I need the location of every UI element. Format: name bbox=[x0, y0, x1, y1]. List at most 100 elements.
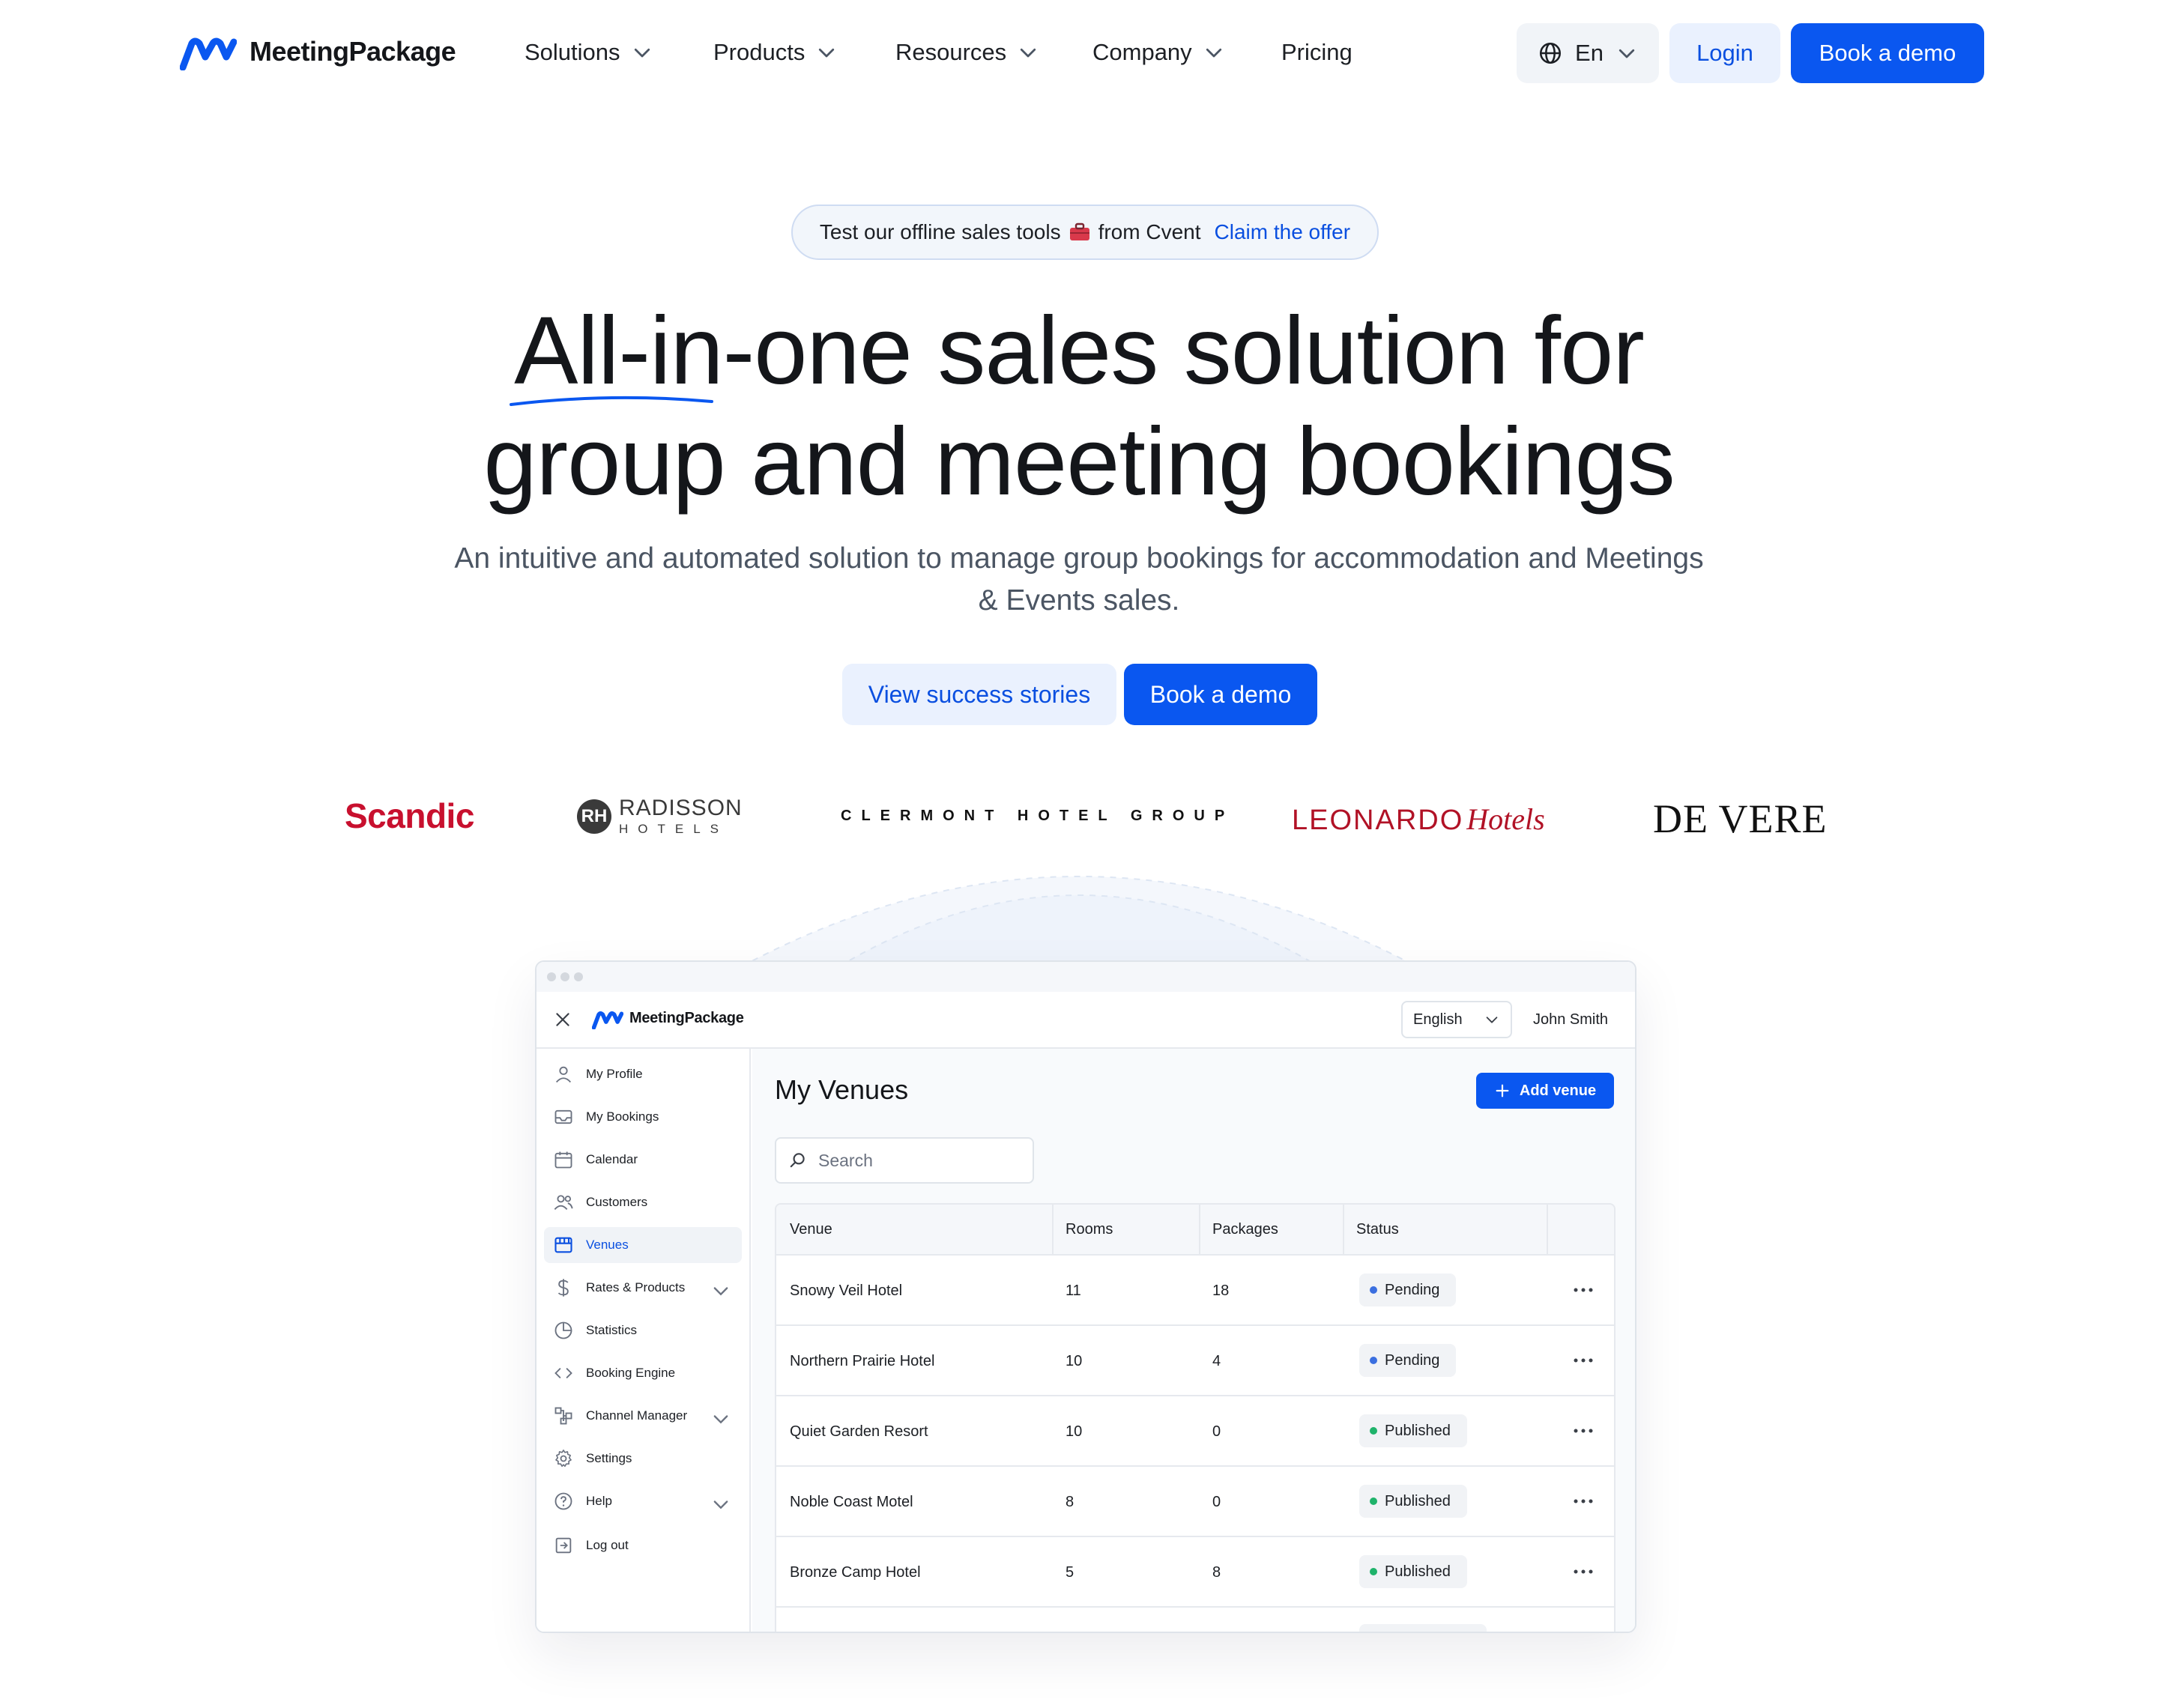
offer-banner[interactable]: Test our offline sales tools from Cvent … bbox=[791, 205, 1379, 260]
sidebar-item-label: Log out bbox=[586, 1538, 629, 1552]
sidebar-item-label: Settings bbox=[586, 1451, 632, 1465]
table-row[interactable]: Northern Prairie Hotel 10 4 Pending bbox=[776, 1326, 1614, 1396]
app-sidebar: My Profile My Bookings Calendar Customer… bbox=[537, 1049, 751, 1632]
radisson-logo: RH RADISSON HOTELS bbox=[577, 797, 743, 835]
window-dot bbox=[560, 972, 569, 981]
column-header-rooms[interactable]: Rooms bbox=[1066, 1221, 1113, 1238]
window-dot bbox=[574, 972, 583, 981]
pie-chart-icon bbox=[554, 1321, 572, 1339]
status-badge-partial bbox=[1359, 1624, 1487, 1632]
sidebar-item-rates-products[interactable]: Rates & Products bbox=[544, 1270, 742, 1306]
book-demo-button[interactable]: Book a demo bbox=[1791, 23, 1984, 83]
nav-company[interactable]: Company bbox=[1092, 39, 1225, 66]
column-divider bbox=[1547, 1205, 1548, 1256]
sidebar-item-statistics[interactable]: Statistics bbox=[544, 1312, 742, 1348]
sidebar-item-venues[interactable]: Venues bbox=[544, 1227, 742, 1263]
close-icon[interactable] bbox=[553, 1010, 572, 1029]
venues-table: Venue Rooms Packages Status Snowy Veil H… bbox=[775, 1203, 1616, 1632]
venue-name: Noble Coast Motel bbox=[790, 1494, 913, 1510]
radisson-sub: HOTELS bbox=[619, 822, 729, 836]
hero-book-demo-button[interactable]: Book a demo bbox=[1124, 664, 1317, 725]
search-input[interactable]: Search bbox=[775, 1137, 1034, 1184]
language-selector[interactable]: En bbox=[1517, 23, 1659, 83]
nav-solutions[interactable]: Solutions bbox=[525, 39, 653, 66]
sidebar-item-settings[interactable]: Settings bbox=[544, 1441, 742, 1477]
nav-company-label: Company bbox=[1092, 39, 1192, 65]
sidebar-item-label: Channel Manager bbox=[586, 1408, 688, 1423]
status-label: Pending bbox=[1385, 1281, 1440, 1298]
column-header-packages[interactable]: Packages bbox=[1212, 1221, 1278, 1238]
chevron-down-icon bbox=[1206, 48, 1221, 58]
scandic-logo: Scandic bbox=[345, 796, 474, 835]
view-success-stories-button[interactable]: View success stories bbox=[842, 664, 1116, 725]
app-logo-text: MeetingPackage bbox=[629, 1010, 744, 1026]
sidebar-item-log-out[interactable]: Log out bbox=[544, 1527, 742, 1563]
sidebar-item-calendar[interactable]: Calendar bbox=[544, 1142, 742, 1178]
hero-title-line2: group and meeting bookings bbox=[483, 408, 1675, 515]
brand-logo-icon[interactable] bbox=[180, 37, 237, 70]
sidebar-item-label: Help bbox=[586, 1494, 612, 1508]
venue-packages: 0 bbox=[1212, 1423, 1221, 1440]
sidebar-item-channel-manager[interactable]: Channel Manager bbox=[544, 1398, 742, 1434]
table-row[interactable]: Noble Coast Motel 8 0 Published bbox=[776, 1467, 1614, 1537]
venue-packages: 8 bbox=[1212, 1564, 1221, 1581]
chevron-down-icon bbox=[713, 1287, 728, 1296]
more-options-icon[interactable] bbox=[1572, 1564, 1595, 1579]
window-dot bbox=[547, 972, 556, 981]
nav-products[interactable]: Products bbox=[713, 39, 838, 66]
app-main-content: My Venues Add venue Search Venue Rooms P… bbox=[752, 1049, 1635, 1632]
table-row[interactable]: Snowy Veil Hotel 11 18 Pending bbox=[776, 1256, 1614, 1326]
sidebar-item-help[interactable]: Help bbox=[544, 1483, 742, 1519]
nav-resources[interactable]: Resources bbox=[895, 39, 1039, 66]
column-divider bbox=[1343, 1205, 1344, 1256]
add-venue-button[interactable]: Add venue bbox=[1476, 1073, 1614, 1109]
sidebar-item-my-profile[interactable]: My Profile bbox=[544, 1056, 742, 1092]
sidebar-item-customers[interactable]: Customers bbox=[544, 1184, 742, 1220]
globe-icon bbox=[1540, 42, 1562, 64]
nav-solutions-label: Solutions bbox=[525, 39, 620, 65]
table-row[interactable]: Quiet Garden Resort 10 0 Published bbox=[776, 1396, 1614, 1467]
add-venue-label: Add venue bbox=[1519, 1082, 1597, 1099]
nav-pricing[interactable]: Pricing bbox=[1281, 39, 1352, 66]
sidebar-item-label: Calendar bbox=[586, 1152, 638, 1166]
claim-offer-link[interactable]: Claim the offer bbox=[1215, 220, 1351, 244]
more-options-icon[interactable] bbox=[1572, 1423, 1595, 1438]
offer-suffix: from Cvent bbox=[1098, 220, 1201, 243]
nav-pricing-label: Pricing bbox=[1281, 39, 1352, 65]
venue-name: Bronze Camp Hotel bbox=[790, 1564, 921, 1581]
column-header-venue[interactable]: Venue bbox=[790, 1221, 832, 1238]
login-button[interactable]: Login bbox=[1669, 23, 1780, 83]
briefcase-icon bbox=[1069, 222, 1089, 240]
chevron-down-icon bbox=[1486, 1017, 1498, 1023]
table-row-partial bbox=[776, 1608, 1614, 1632]
clermont-logo: CLERMONT HOTEL GROUP bbox=[841, 808, 1235, 824]
app-preview-window: MeetingPackage English John Smith My Pro… bbox=[535, 960, 1636, 1633]
status-badge: Published bbox=[1359, 1414, 1467, 1447]
sidebar-item-label: My Profile bbox=[586, 1067, 643, 1081]
chevron-down-icon bbox=[1021, 48, 1036, 58]
user-name[interactable]: John Smith bbox=[1533, 1011, 1608, 1029]
leonardo-name: LEONARDO bbox=[1292, 805, 1464, 836]
search-icon bbox=[790, 1153, 805, 1168]
status-badge: Published bbox=[1359, 1555, 1467, 1588]
table-row[interactable]: Bronze Camp Hotel 5 8 Published bbox=[776, 1537, 1614, 1608]
venue-packages: 0 bbox=[1212, 1494, 1221, 1510]
status-dot bbox=[1370, 1286, 1377, 1294]
page-title: My Venues bbox=[775, 1074, 909, 1105]
app-language-select[interactable]: English bbox=[1401, 1001, 1512, 1038]
venue-name: Northern Prairie Hotel bbox=[790, 1353, 935, 1369]
more-options-icon[interactable] bbox=[1572, 1494, 1595, 1509]
column-header-status[interactable]: Status bbox=[1356, 1221, 1399, 1238]
sidebar-item-my-bookings[interactable]: My Bookings bbox=[544, 1099, 742, 1135]
hero-subtitle: An intuitive and automated solution to m… bbox=[454, 542, 1704, 617]
status-dot bbox=[1370, 1568, 1377, 1575]
more-options-icon[interactable] bbox=[1572, 1282, 1595, 1297]
more-options-icon[interactable] bbox=[1572, 1353, 1595, 1368]
chevron-down-icon bbox=[634, 48, 650, 58]
hero-title-line1: All-in-one sales solution for bbox=[514, 297, 1645, 405]
venue-packages: 4 bbox=[1212, 1353, 1221, 1369]
dollar-icon bbox=[557, 1279, 569, 1297]
brand-name[interactable]: MeetingPackage bbox=[250, 36, 456, 67]
radisson-name: RADISSON bbox=[619, 796, 743, 820]
sidebar-item-booking-engine[interactable]: Booking Engine bbox=[544, 1355, 742, 1391]
